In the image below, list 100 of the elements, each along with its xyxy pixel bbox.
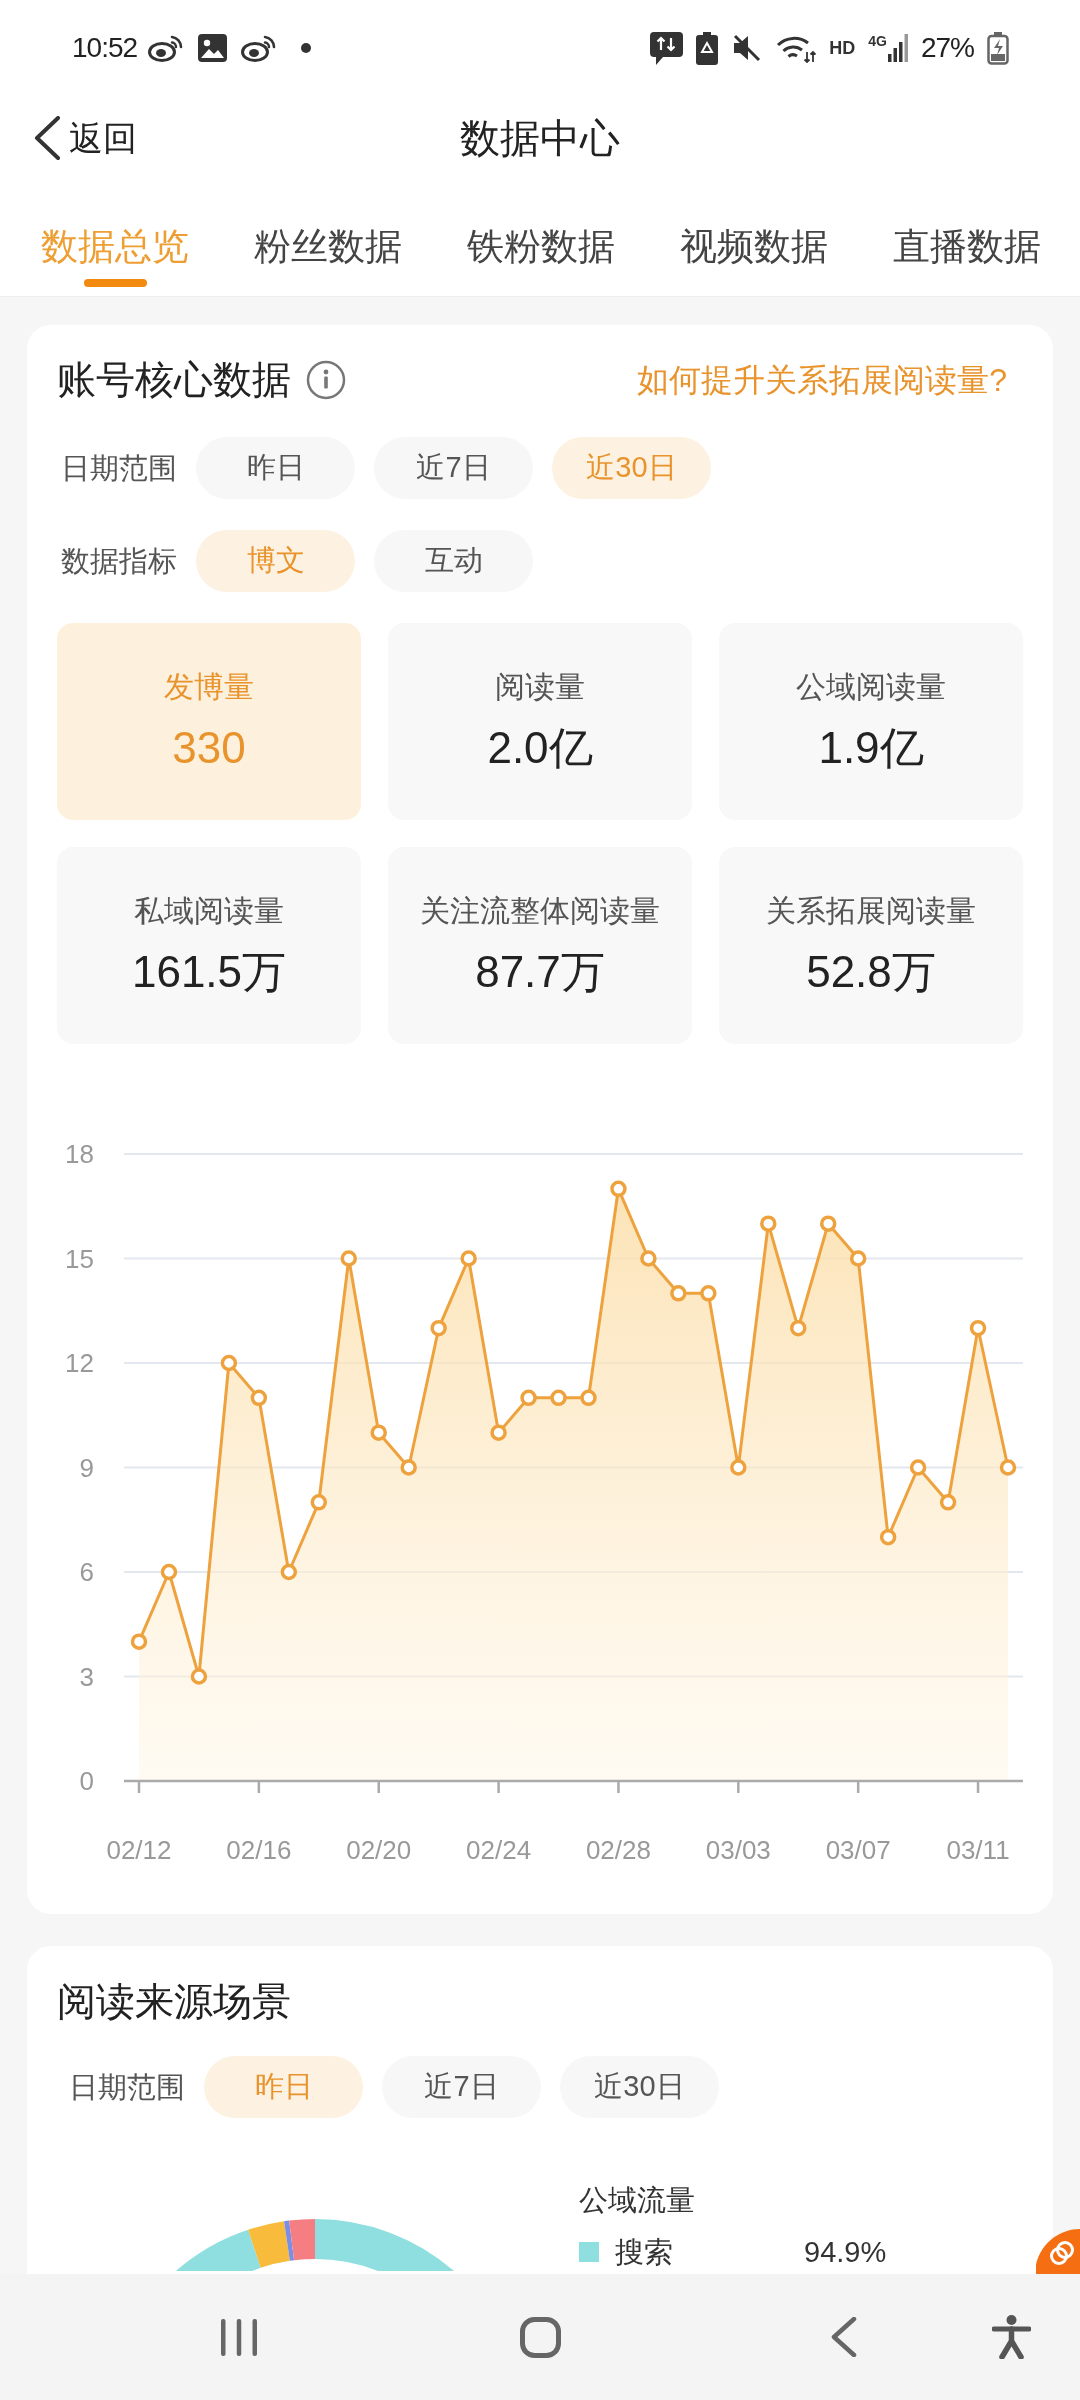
y-axis-label: 15 [65, 1243, 94, 1274]
data-point [400, 1459, 417, 1476]
recycle-battery-icon [696, 31, 719, 65]
back-icon[interactable] [830, 2317, 857, 2357]
data-point [460, 1250, 477, 1267]
legend-title: 公域流量 [579, 2183, 696, 2218]
legend-value: 94.9% [804, 2235, 887, 2270]
metric-label: 发博量 [164, 669, 254, 705]
data-point [130, 1633, 148, 1650]
data-point [760, 1215, 777, 1232]
data-point [610, 1180, 627, 1198]
y-axis-label: 18 [65, 1139, 94, 1169]
info-icon[interactable] [306, 360, 346, 400]
battery-percent: 27% [920, 31, 974, 65]
filter-chip[interactable]: 近30日 [560, 2056, 719, 2118]
x-axis-label: 02/12 [106, 1835, 172, 1865]
data-point [190, 1668, 208, 1685]
back-chevron-icon [33, 116, 61, 160]
data-point [730, 1459, 747, 1476]
tab[interactable]: 粉丝数据 [254, 180, 402, 296]
x-axis-label: 02/28 [585, 1835, 651, 1865]
metric-value: 161.5万 [131, 946, 287, 998]
metric-label: 私域阅读量 [134, 893, 284, 929]
filter-chip[interactable]: 近7日 [374, 437, 533, 499]
recent-apps-icon[interactable] [220, 2318, 258, 2356]
data-point [670, 1285, 687, 1302]
metric-value: 2.0亿 [487, 722, 593, 774]
y-axis-label: 12 [65, 1348, 94, 1378]
metric-value: 87.7万 [475, 946, 605, 998]
filter-chip[interactable]: 互动 [374, 530, 533, 592]
dot-icon [301, 43, 312, 53]
data-point [430, 1319, 447, 1337]
data-point [849, 1250, 867, 1267]
data-point [969, 1319, 987, 1337]
image-icon [198, 34, 228, 62]
filter-chip[interactable]: 近7日 [382, 2056, 541, 2118]
eye-logo-icon [241, 34, 277, 62]
metric-label: 关系拓展阅读量 [766, 893, 976, 929]
section-title: 账号核心数据 [57, 358, 291, 402]
metric-value: 330 [172, 722, 246, 774]
tab[interactable]: 铁粉数据 [467, 180, 615, 296]
signal-icon [887, 34, 908, 62]
data-point [909, 1459, 927, 1476]
data-point [520, 1389, 537, 1407]
metric-label: 关注流整体阅读量 [420, 893, 660, 929]
metric-tile[interactable]: 关注流整体阅读量 87.7万 [388, 847, 692, 1044]
filter-chip[interactable]: 昨日 [196, 437, 355, 499]
metric-tile[interactable]: 私域阅读量 161.5万 [57, 847, 361, 1044]
eye-logo-icon [148, 34, 184, 62]
data-point [340, 1250, 357, 1267]
metric-tile[interactable]: 关系拓展阅读量 52.8万 [719, 847, 1023, 1044]
data-point [999, 1459, 1017, 1476]
filter-label: 数据指标 [61, 544, 177, 579]
data-point [580, 1389, 597, 1407]
home-icon[interactable] [520, 2316, 561, 2358]
data-point [879, 1528, 897, 1546]
y-axis-label: 6 [79, 1557, 94, 1587]
accessibility-icon[interactable] [992, 2315, 1031, 2359]
x-axis-label: 02/24 [466, 1835, 532, 1865]
data-point [939, 1494, 957, 1511]
x-axis-label: 02/20 [346, 1835, 412, 1865]
metric-label: 公域阅读量 [796, 669, 946, 705]
battery-charging-icon [987, 31, 1009, 65]
metric-tile[interactable]: 阅读量 2.0亿 [388, 623, 692, 820]
y-axis-label: 9 [79, 1452, 94, 1483]
metric-value: 52.8万 [806, 946, 936, 998]
data-point [310, 1494, 328, 1511]
y-axis-label: 3 [79, 1661, 94, 1692]
section-title: 阅读来源场景 [57, 1980, 291, 2024]
back-button[interactable]: 返回 [33, 116, 137, 160]
data-point [700, 1285, 717, 1302]
data-point [790, 1319, 807, 1337]
clock-time: 10:52 [72, 31, 138, 65]
x-axis-label: 03/07 [825, 1835, 891, 1865]
metric-label: 阅读量 [495, 669, 585, 705]
x-axis-label: 03/11 [946, 1835, 1010, 1865]
network-label: 4G [868, 34, 887, 48]
network-label: HD [829, 38, 856, 58]
data-point [640, 1250, 657, 1267]
metric-value: 1.9亿 [818, 722, 924, 774]
tab[interactable]: 视频数据 [680, 180, 828, 296]
data-point [550, 1389, 567, 1407]
metric-tile[interactable]: 公域阅读量 1.9亿 [719, 623, 1023, 820]
data-point [250, 1389, 268, 1407]
message-icon [650, 31, 684, 65]
x-axis-label: 02/16 [226, 1835, 292, 1865]
data-point [280, 1563, 298, 1581]
data-point [490, 1424, 507, 1441]
data-point [160, 1563, 178, 1581]
data-point [819, 1215, 837, 1232]
filter-label: 日期范围 [69, 2070, 185, 2105]
data-point [220, 1354, 238, 1372]
tab[interactable]: 直播数据 [893, 180, 1041, 296]
x-axis-label: 03/03 [705, 1835, 771, 1865]
filter-label: 日期范围 [61, 451, 177, 486]
data-point [370, 1424, 387, 1441]
page-title: 数据中心 [460, 115, 620, 162]
mute-icon [731, 33, 763, 63]
legend-label: 搜索 [615, 2235, 674, 2270]
y-axis-label: 0 [79, 1766, 94, 1796]
